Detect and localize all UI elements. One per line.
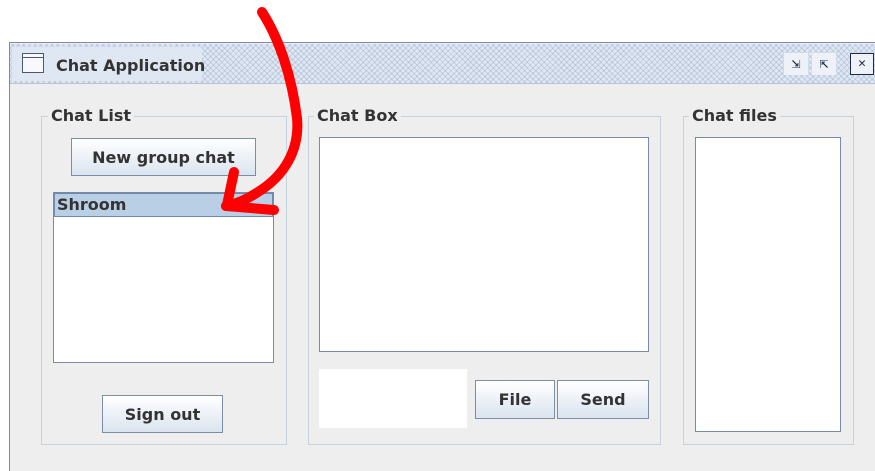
chat-files-list[interactable] bbox=[695, 137, 841, 432]
chat-messages-area[interactable] bbox=[319, 137, 649, 352]
send-button[interactable]: Send bbox=[557, 380, 649, 419]
sign-out-button[interactable]: Sign out bbox=[102, 395, 223, 433]
close-icon[interactable]: ✕ bbox=[850, 53, 874, 75]
maximize-icon[interactable]: ⇱ bbox=[812, 53, 836, 75]
new-group-chat-button[interactable]: New group chat bbox=[71, 138, 256, 176]
chat-list-heading: Chat List bbox=[48, 107, 134, 125]
chat-files-heading: Chat files bbox=[689, 107, 780, 125]
minimize-icon[interactable]: ⇲ bbox=[784, 53, 808, 75]
chat-list-item[interactable]: Shroom bbox=[54, 193, 273, 217]
window-title: Chat Application bbox=[56, 56, 206, 75]
file-button[interactable]: File bbox=[475, 380, 555, 419]
chat-box-heading: Chat Box bbox=[314, 107, 401, 125]
window-icon bbox=[22, 53, 44, 73]
chat-list[interactable] bbox=[53, 192, 274, 363]
message-input[interactable] bbox=[319, 369, 467, 428]
